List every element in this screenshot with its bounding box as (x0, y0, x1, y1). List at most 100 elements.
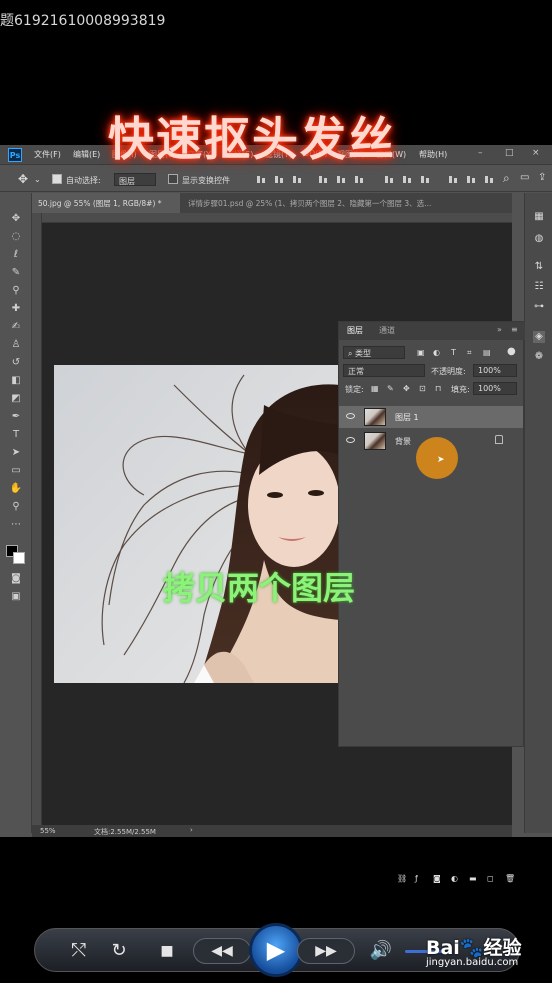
forward-icon[interactable]: ▶▶ (297, 938, 355, 964)
new-layer-icon[interactable]: ◻ (487, 874, 494, 883)
zoom-level[interactable]: 55% (40, 827, 56, 835)
filter-type-icon[interactable]: T (451, 348, 456, 357)
add-mask-icon[interactable]: ◙ (433, 874, 441, 883)
filter-toggle-icon[interactable]: ● (507, 346, 516, 357)
link-layers-icon[interactable]: ⛓ (397, 874, 407, 883)
volume-icon[interactable]: 🔊 (369, 939, 393, 963)
lock-all-icon[interactable]: ⊓ (435, 384, 441, 393)
layer-name[interactable]: 背景 (395, 436, 411, 447)
menu-help[interactable]: 帮助(H) (419, 149, 447, 160)
filter-smart-icon[interactable]: ▤ (483, 348, 491, 357)
align-left-icon[interactable] (318, 174, 328, 184)
history-brush-icon[interactable]: ↺ (9, 357, 23, 369)
status-bar: 55% 文档:2.55M/2.55M › (32, 825, 512, 837)
distribute-vcenter-icon[interactable] (402, 174, 412, 184)
stop-icon[interactable]: ■ (155, 939, 179, 963)
zoom-tool-icon[interactable]: ⚲ (9, 501, 23, 513)
channels-icon[interactable]: ❁ (533, 351, 545, 363)
tab-layers[interactable]: 图层 (343, 325, 367, 336)
blend-mode-dropdown[interactable]: 正常 (343, 364, 425, 377)
chevron-down-icon[interactable]: ⌄ (34, 175, 41, 184)
background-color-swatch[interactable] (13, 552, 25, 564)
layer-row-1[interactable]: 图层 1 (339, 406, 523, 428)
workspace-icon[interactable]: ▭ (520, 172, 529, 183)
fill-field[interactable]: 100% (473, 382, 517, 395)
auto-select-checkbox[interactable] (52, 174, 62, 184)
layers-panel: 图层 通道 » ≡ ⌕ 类型 ▣ ◐ T ⌗ ▤ ● 正常 不透明度: 100%… (338, 321, 525, 883)
distribute-right-icon[interactable] (484, 174, 494, 184)
stamp-tool-icon[interactable]: ♙ (9, 339, 23, 351)
distribute-left-icon[interactable] (448, 174, 458, 184)
filter-pixel-icon[interactable]: ▣ (417, 348, 425, 357)
tab-active-document[interactable]: 50.jpg @ 55% (图层 1, RGB/8#) * (32, 193, 180, 213)
collapse-icon[interactable]: » (493, 325, 506, 334)
search-icon[interactable]: ⌕ (503, 171, 510, 186)
more-tools-icon[interactable]: ⋯ (9, 519, 23, 531)
filter-shape-icon[interactable]: ⌗ (467, 348, 472, 358)
pen-tool-icon[interactable]: ✒ (9, 411, 23, 423)
opacity-field[interactable]: 100% (473, 364, 517, 377)
eye-icon[interactable] (346, 413, 355, 419)
play-icon[interactable]: ▶ (249, 923, 303, 977)
distribute-hcenter-icon[interactable] (466, 174, 476, 184)
rewind-icon[interactable]: ◀◀ (193, 938, 251, 964)
lock-label: 锁定: (345, 385, 364, 394)
refresh-icon[interactable]: ↻ (107, 939, 131, 963)
minimize-button[interactable]: – (478, 148, 483, 158)
new-group-icon[interactable]: ▬ (469, 874, 477, 883)
align-hcenter-icon[interactable] (336, 174, 346, 184)
tab-channels[interactable]: 通道 (375, 325, 399, 336)
type-tool-icon[interactable]: T (9, 429, 23, 441)
menu-file[interactable]: 文件(F) (34, 149, 61, 160)
align-bottom-icon[interactable] (292, 174, 302, 184)
histogram-icon[interactable]: ▦ (533, 211, 545, 223)
show-transform-checkbox[interactable] (168, 174, 178, 184)
healing-brush-icon[interactable]: ✚ (9, 303, 23, 315)
distribute-bottom-icon[interactable] (420, 174, 430, 184)
lock-move-icon[interactable]: ✥ (403, 384, 410, 393)
align-vcenter-icon[interactable] (274, 174, 284, 184)
chevron-right-icon[interactable]: › (190, 826, 193, 834)
screen-mode-icon[interactable]: ▣ (9, 591, 23, 603)
gradient-tool-icon[interactable]: ◩ (9, 393, 23, 405)
lock-paint-icon[interactable]: ✎ (387, 384, 394, 393)
align-right-icon[interactable] (354, 174, 364, 184)
eraser-tool-icon[interactable]: ◧ (9, 375, 23, 387)
eyedropper-tool-icon[interactable]: ⚲ (9, 285, 23, 297)
move-tool-icon[interactable]: ✥ (9, 213, 23, 225)
color-icon[interactable]: ◍ (533, 233, 545, 245)
path-select-icon[interactable]: ➤ (9, 447, 23, 459)
auto-select-dropdown[interactable]: 图层 (114, 173, 156, 186)
quick-mask-icon[interactable]: ◙ (9, 573, 23, 585)
quick-select-tool-icon[interactable]: ✎ (9, 267, 23, 279)
shape-tool-icon[interactable]: ▭ (9, 465, 23, 477)
layer-filter-dropdown[interactable]: ⌕ 类型 (343, 346, 405, 359)
trash-icon[interactable]: 🗑 (505, 874, 515, 883)
panel-menu-icon[interactable]: ≡ (507, 325, 522, 334)
paths-icon[interactable]: ⊶ (533, 301, 545, 313)
tab-inactive-document[interactable]: 详情步骤01.psd @ 25% (1、拷贝两个图层 2、隐藏第一个图层 3、选… (182, 193, 492, 213)
brush-tool-icon[interactable]: ✍ (9, 321, 23, 333)
lock-transparency-icon[interactable]: ▦ (371, 384, 379, 393)
filter-adjust-icon[interactable]: ◐ (433, 348, 440, 357)
loop-icon[interactable]: ⤲ (67, 939, 91, 963)
distribute-top-icon[interactable] (384, 174, 394, 184)
layers-icon[interactable]: ◈ (533, 331, 545, 343)
adjustment-layer-icon[interactable]: ◐ (451, 874, 458, 883)
lasso-tool-icon[interactable]: ℓ (9, 249, 23, 261)
lock-artboard-icon[interactable]: ⊡ (419, 384, 426, 393)
properties-icon[interactable]: ☷ (533, 281, 545, 293)
align-top-icon[interactable] (256, 174, 266, 184)
fx-icon[interactable]: ƒ (415, 874, 418, 883)
eye-icon[interactable] (346, 437, 355, 443)
share-icon[interactable]: ⇪ (538, 172, 546, 183)
marquee-tool-icon[interactable]: ◌ (9, 231, 23, 243)
ruler-left (32, 213, 42, 825)
move-tool-icon[interactable]: ✥ (18, 172, 28, 186)
close-button[interactable]: × (532, 148, 540, 158)
adjustments-icon[interactable]: ⇅ (533, 261, 545, 273)
hand-tool-icon[interactable]: ✋ (9, 483, 23, 495)
menu-edit[interactable]: 编辑(E) (73, 149, 100, 160)
layer-name[interactable]: 图层 1 (395, 412, 419, 423)
maximize-button[interactable]: □ (505, 148, 514, 158)
